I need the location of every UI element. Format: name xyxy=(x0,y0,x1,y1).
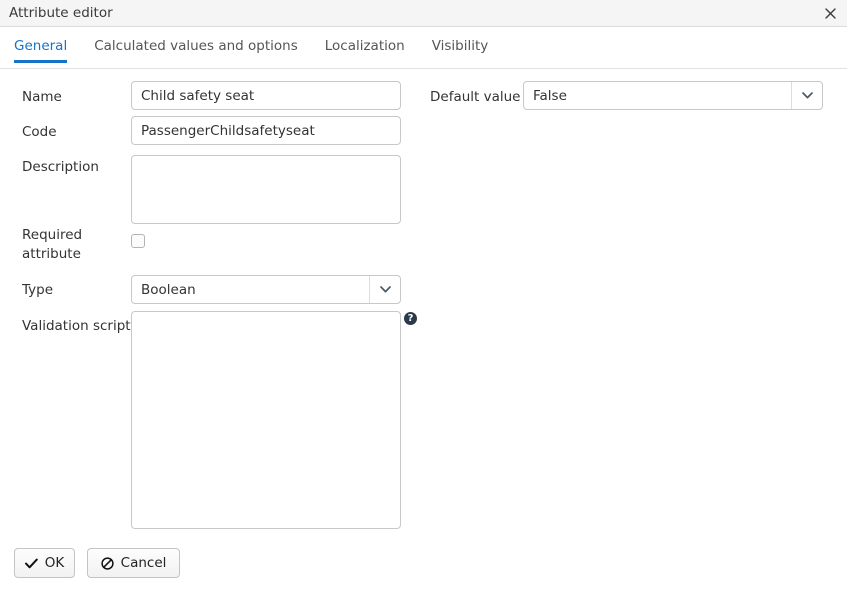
code-input[interactable] xyxy=(131,116,401,145)
code-label: Code xyxy=(22,124,57,140)
tab-localization-label: Localization xyxy=(324,38,405,54)
ok-button-label: OK xyxy=(44,555,65,571)
name-input[interactable] xyxy=(131,81,401,110)
tab-calculated-values-and-options-label: Calculated values and options xyxy=(94,38,298,54)
tab-visibility-label: Visibility xyxy=(431,38,489,54)
description-textarea[interactable] xyxy=(131,155,401,224)
help-icon[interactable]: ? xyxy=(404,312,417,325)
tab-general[interactable]: General xyxy=(14,38,80,63)
type-select[interactable]: Boolean xyxy=(131,275,401,304)
check-icon xyxy=(24,556,38,570)
chevron-down-icon xyxy=(801,92,813,99)
dialog-footer: OK Cancel xyxy=(0,548,847,591)
validation-script-label: Validation script xyxy=(22,318,131,334)
tab-localization[interactable]: Localization xyxy=(325,38,418,63)
default-value-select-toggle[interactable] xyxy=(791,82,822,109)
default-value-label: Default value xyxy=(430,89,521,105)
tab-calculated-values-and-options[interactable]: Calculated values and options xyxy=(94,38,311,63)
required-attribute-label: Required attribute xyxy=(22,227,83,262)
type-label: Type xyxy=(22,282,54,298)
tab-active-indicator xyxy=(14,60,68,63)
window-titlebar: Attribute editor xyxy=(0,0,847,27)
type-select-value: Boolean xyxy=(141,281,196,298)
required-attribute-checkbox[interactable] xyxy=(131,234,145,248)
description-label: Description xyxy=(22,159,99,175)
ban-icon xyxy=(100,556,114,570)
tab-bar: General Calculated values and options Lo… xyxy=(0,38,847,69)
attribute-editor-form: Name Code Description Required attribute… xyxy=(0,69,847,539)
cancel-button-label: Cancel xyxy=(120,555,167,571)
name-label: Name xyxy=(22,89,62,105)
close-icon[interactable] xyxy=(821,4,839,22)
ok-button[interactable]: OK xyxy=(14,548,75,578)
tab-general-label: General xyxy=(14,38,68,54)
type-select-toggle[interactable] xyxy=(369,276,400,303)
validation-script-textarea[interactable] xyxy=(131,311,401,529)
cancel-button[interactable]: Cancel xyxy=(87,548,180,578)
default-value-select-value: False xyxy=(533,87,567,104)
tab-visibility[interactable]: Visibility xyxy=(432,38,502,63)
window-title: Attribute editor xyxy=(9,5,113,21)
default-value-select[interactable]: False xyxy=(523,81,823,110)
chevron-down-icon xyxy=(379,286,391,293)
